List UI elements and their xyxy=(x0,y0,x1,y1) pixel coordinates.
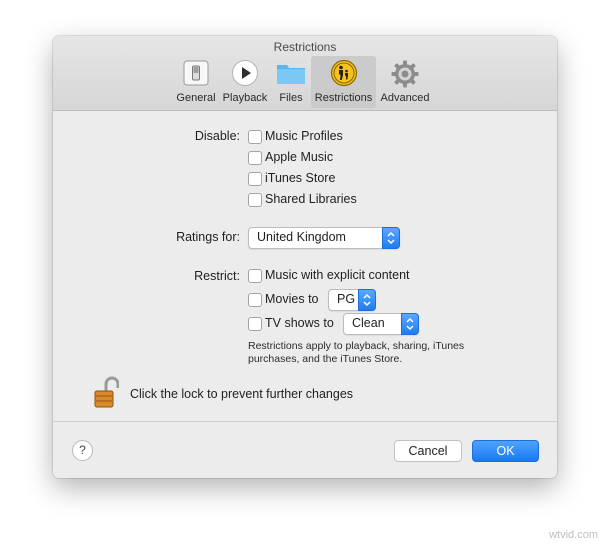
play-icon xyxy=(231,59,259,92)
explicit-content-checkbox[interactable] xyxy=(248,269,262,283)
tab-restrictions[interactable]: Restrictions xyxy=(311,56,376,108)
restrict-label: Restrict: xyxy=(194,269,240,283)
ok-button[interactable]: OK xyxy=(472,440,539,462)
tab-advanced[interactable]: Advanced xyxy=(379,56,431,108)
apple-music-label: Apple Music xyxy=(265,150,334,164)
tab-general[interactable]: General xyxy=(175,56,217,108)
tv-shows-checkbox[interactable] xyxy=(248,317,262,331)
tv-shows-label: TV shows to xyxy=(265,316,334,330)
music-profiles-checkbox[interactable] xyxy=(248,130,262,144)
footer-divider xyxy=(53,421,557,422)
movies-checkbox[interactable] xyxy=(248,293,262,307)
restrictions-note: Restrictions apply to playback, sharing,… xyxy=(248,340,465,365)
chevron-updown-icon xyxy=(382,227,400,249)
chevron-updown-icon xyxy=(358,289,376,311)
restrictions-window: Restrictions General Playback Files Rest… xyxy=(53,36,557,478)
switch-icon xyxy=(182,59,210,92)
movies-rating-popup[interactable]: PG xyxy=(328,289,376,311)
tv-rating-popup[interactable]: Clean xyxy=(343,313,419,335)
movies-label: Movies to xyxy=(265,292,319,306)
tab-label: Playback xyxy=(222,92,268,104)
apple-music-checkbox[interactable] xyxy=(248,151,262,165)
shared-libraries-label: Shared Libraries xyxy=(265,192,357,206)
tv-rating-value: Clean xyxy=(352,316,385,330)
tab-label: General xyxy=(176,92,216,104)
explicit-content-label: Music with explicit content xyxy=(265,268,410,282)
disable-label: Disable: xyxy=(194,129,240,143)
tab-files[interactable]: Files xyxy=(274,56,308,108)
ratings-label: Ratings for: xyxy=(176,230,240,244)
ratings-country-value: United Kingdom xyxy=(257,230,346,244)
help-button[interactable]: ? xyxy=(72,440,93,461)
window-title: Restrictions xyxy=(273,40,337,54)
lock-message: Click the lock to prevent further change… xyxy=(130,387,354,401)
tab-label: Restrictions xyxy=(314,92,373,104)
parental-controls-icon xyxy=(330,59,358,92)
ratings-country-popup[interactable]: United Kingdom xyxy=(248,227,400,249)
music-profiles-label: Music Profiles xyxy=(265,129,343,143)
itunes-store-label: iTunes Store xyxy=(265,171,336,185)
tab-playback[interactable]: Playback xyxy=(219,56,271,108)
preferences-toolbar: Restrictions General Playback Files Rest… xyxy=(53,36,557,111)
chevron-updown-icon xyxy=(401,313,419,335)
tab-label: Advanced xyxy=(380,92,430,104)
watermark: wtvid.com xyxy=(549,529,598,541)
folder-icon xyxy=(275,59,307,92)
tab-label: Files xyxy=(279,92,303,104)
cancel-button[interactable]: Cancel xyxy=(394,440,462,462)
shared-libraries-checkbox[interactable] xyxy=(248,193,262,207)
movies-rating-value: PG xyxy=(337,292,356,306)
itunes-store-checkbox[interactable] xyxy=(248,172,262,186)
gear-icon xyxy=(390,59,420,94)
lock-icon[interactable] xyxy=(93,376,120,415)
